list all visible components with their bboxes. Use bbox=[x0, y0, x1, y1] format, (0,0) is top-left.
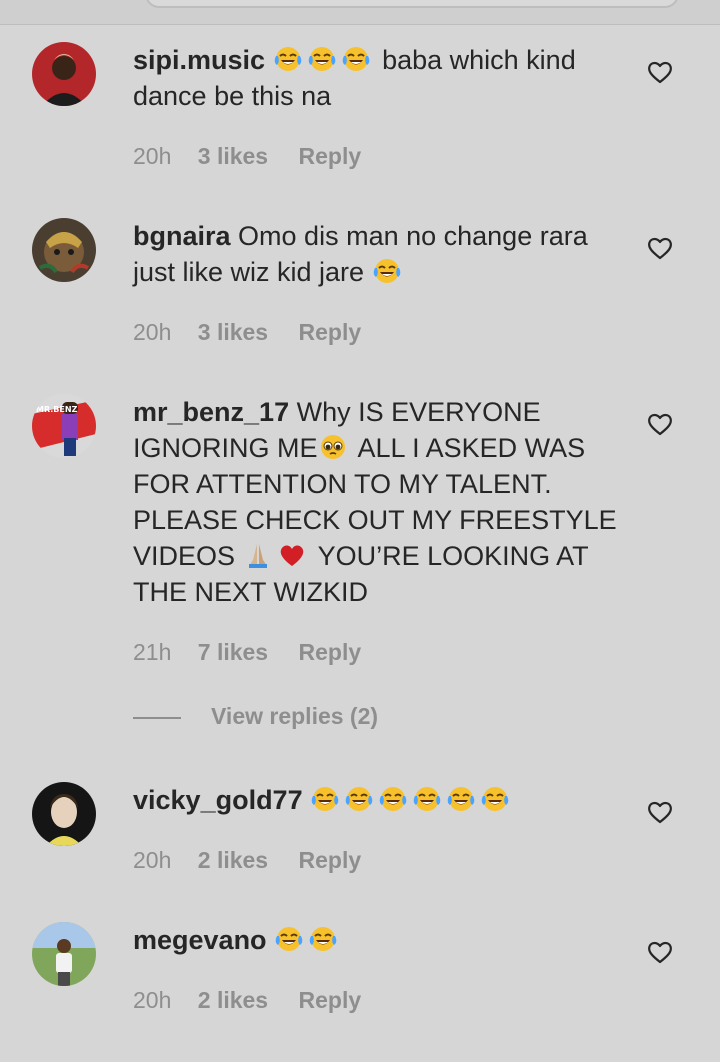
heart-outline-icon[interactable] bbox=[646, 939, 674, 965]
laughing-tears-icon bbox=[446, 784, 476, 814]
laughing-tears-icon bbox=[480, 784, 510, 814]
folded-hands-icon bbox=[243, 540, 273, 570]
avatar[interactable] bbox=[32, 782, 96, 846]
likes-count[interactable]: 7 likes bbox=[198, 639, 268, 665]
comment-body: sipi.music baba which kind dance be this… bbox=[133, 42, 623, 114]
comment-username[interactable]: vicky_gold77 bbox=[133, 785, 303, 815]
likes-count[interactable]: 2 likes bbox=[198, 847, 268, 873]
divider bbox=[133, 716, 181, 719]
comment-username[interactable]: megevano bbox=[133, 925, 267, 955]
heart-outline-icon[interactable] bbox=[646, 411, 674, 437]
laughing-tears-icon bbox=[307, 44, 337, 74]
reply-button[interactable]: Reply bbox=[299, 847, 362, 873]
laughing-tears-icon bbox=[310, 784, 340, 814]
laughing-tears-icon bbox=[344, 784, 374, 814]
reply-button[interactable]: Reply bbox=[299, 987, 362, 1013]
heart-outline-icon[interactable] bbox=[646, 235, 674, 261]
comment-body: megevano bbox=[133, 922, 623, 958]
heart-outline-icon[interactable] bbox=[646, 799, 674, 825]
laughing-tears-icon bbox=[412, 784, 442, 814]
comment-time: 20h bbox=[133, 987, 172, 1013]
view-replies-label: View replies (2) bbox=[211, 703, 379, 729]
svg-text:MR.BENZ: MR.BENZ bbox=[36, 405, 78, 414]
comment-meta: 20h 3 likes Reply bbox=[133, 143, 385, 170]
comment-meta: 20h 3 likes Reply bbox=[133, 319, 385, 346]
comment-time: 20h bbox=[133, 143, 172, 169]
laughing-tears-icon bbox=[378, 784, 408, 814]
likes-count[interactable]: 2 likes bbox=[198, 987, 268, 1013]
comment-meta: 21h 7 likes Reply bbox=[133, 639, 385, 666]
avatar[interactable]: MR.BENZ bbox=[32, 394, 96, 458]
avatar[interactable] bbox=[32, 42, 96, 106]
laughing-tears-icon bbox=[273, 44, 303, 74]
avatar[interactable] bbox=[32, 218, 96, 282]
top-input-bar bbox=[0, 0, 720, 25]
comment-meta: 20h 2 likes Reply bbox=[133, 847, 385, 874]
comment-time: 20h bbox=[133, 847, 172, 873]
laughing-tears-icon bbox=[308, 924, 338, 954]
avatar[interactable] bbox=[32, 922, 96, 986]
comment-input-pill[interactable] bbox=[145, 0, 679, 8]
laughing-tears-icon bbox=[341, 44, 371, 74]
comment-username[interactable]: sipi.music bbox=[133, 45, 265, 75]
comment-body: bgnaira Omo dis man no change rara just … bbox=[133, 218, 623, 290]
reply-button[interactable]: Reply bbox=[299, 319, 362, 345]
comment-meta: 20h 2 likes Reply bbox=[133, 987, 385, 1014]
comment-time: 21h bbox=[133, 639, 172, 665]
comment-body: vicky_gold77 bbox=[133, 782, 623, 818]
likes-count[interactable]: 3 likes bbox=[198, 143, 268, 169]
reply-button[interactable]: Reply bbox=[299, 639, 362, 665]
view-replies-button[interactable]: View replies (2) bbox=[133, 703, 378, 730]
comment-username[interactable]: bgnaira bbox=[133, 221, 231, 251]
pleading-face-icon bbox=[318, 432, 348, 462]
likes-count[interactable]: 3 likes bbox=[198, 319, 268, 345]
laughing-tears-icon bbox=[274, 924, 304, 954]
laughing-tears-icon bbox=[372, 256, 402, 286]
comment-username[interactable]: mr_benz_17 bbox=[133, 397, 289, 427]
red-heart-icon bbox=[277, 540, 307, 570]
comment-time: 20h bbox=[133, 319, 172, 345]
heart-outline-icon[interactable] bbox=[646, 59, 674, 85]
reply-button[interactable]: Reply bbox=[299, 143, 362, 169]
comment-body: mr_benz_17 Why IS EVERYONE IGNORING ME A… bbox=[133, 394, 623, 610]
